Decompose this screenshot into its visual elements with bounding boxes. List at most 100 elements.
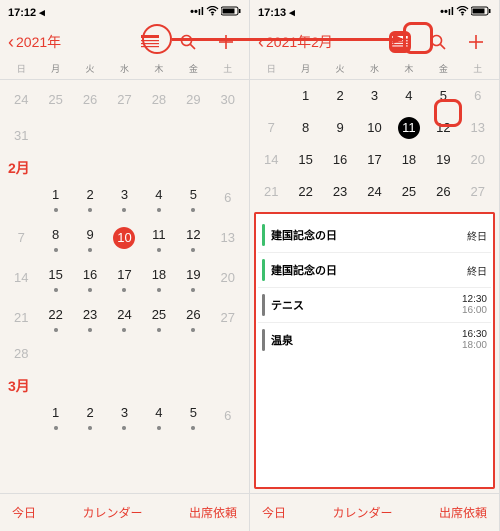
day-cell[interactable]: 22	[38, 304, 72, 332]
calendars-button[interactable]: カレンダー	[82, 504, 142, 521]
day-cell[interactable]: 8	[288, 117, 322, 139]
day-cell[interactable]: 5	[176, 402, 210, 430]
calendar-scroll[interactable]: 24 25 26 27 28 29 30 31 2月 1 2 3 4 5 6 7…	[0, 80, 249, 493]
day-cell[interactable]: 3	[107, 184, 141, 212]
day-cell[interactable]: 25	[142, 304, 176, 332]
day-cell[interactable]: 28	[142, 89, 176, 111]
day-cell[interactable]: 6	[211, 405, 245, 427]
day-cell[interactable]: 16	[323, 149, 357, 171]
day-cell[interactable]: 26	[176, 304, 210, 332]
day-cell[interactable]: 27	[461, 181, 495, 203]
day-cell[interactable]: 5	[176, 184, 210, 212]
inbox-button[interactable]: 出席依頼	[189, 504, 237, 521]
day-cell[interactable]: 9	[323, 117, 357, 139]
day-cell[interactable]: 18	[392, 149, 426, 171]
day-cell[interactable]: 27	[211, 307, 245, 329]
day-cell[interactable]: 1	[288, 85, 322, 107]
day-cell[interactable]: 23	[73, 304, 107, 332]
day-cell[interactable]: 6	[211, 187, 245, 209]
day-cell-selected[interactable]: 11	[392, 117, 426, 139]
day-cell[interactable]: 18	[142, 264, 176, 292]
day-cell[interactable]: 9	[73, 224, 107, 252]
today-button[interactable]: 今日	[262, 504, 286, 521]
status-time: 17:13	[258, 7, 286, 19]
add-icon[interactable]	[465, 31, 487, 53]
day-cell[interactable]: 17	[107, 264, 141, 292]
day-cell[interactable]	[254, 85, 288, 107]
day-cell[interactable]: 21	[4, 307, 38, 329]
day-cell[interactable]: 2	[323, 85, 357, 107]
day-cell[interactable]: 25	[392, 181, 426, 203]
day-cell[interactable]: 27	[107, 89, 141, 111]
today-button[interactable]: 今日	[12, 504, 36, 521]
event-item[interactable]: 温泉 16:3018:00	[258, 323, 491, 357]
day-cell[interactable]: 14	[4, 267, 38, 289]
day-cell[interactable]: 12	[176, 224, 210, 252]
inbox-button[interactable]: 出席依頼	[439, 504, 487, 521]
add-icon[interactable]	[215, 31, 237, 53]
day-cell[interactable]: 2	[73, 402, 107, 430]
day-cell[interactable]: 11	[142, 224, 176, 252]
day-cell[interactable]: 20	[461, 149, 495, 171]
calendars-button[interactable]: カレンダー	[332, 504, 392, 521]
weekday: 金	[426, 62, 460, 75]
back-button[interactable]: ‹ 2021年2月	[258, 32, 333, 52]
status-icons: ••ıl	[190, 6, 241, 19]
back-button[interactable]: ‹ 2021年	[8, 32, 61, 52]
day-cell[interactable]: 15	[288, 149, 322, 171]
day-cell[interactable]: 26	[426, 181, 460, 203]
day-cell[interactable]: 13	[211, 227, 245, 249]
weekday: 火	[73, 62, 107, 75]
day-cell[interactable]: 1	[38, 184, 72, 212]
search-icon[interactable]	[177, 31, 199, 53]
day-cell[interactable]: 25	[38, 89, 72, 111]
search-icon[interactable]	[427, 31, 449, 53]
day-cell[interactable]: 10	[357, 117, 391, 139]
day-cell[interactable]: 17	[357, 149, 391, 171]
day-cell[interactable]: 6	[461, 85, 495, 107]
day-cell[interactable]: 31	[4, 125, 38, 147]
event-item[interactable]: 建国記念の日 終日	[258, 253, 491, 288]
list-view-icon[interactable]	[139, 31, 161, 53]
day-cell[interactable]: 7	[4, 227, 38, 249]
day-cell[interactable]: 3	[357, 85, 391, 107]
day-cell[interactable]: 19	[426, 149, 460, 171]
event-item[interactable]: テニス 12:3016:00	[258, 288, 491, 323]
day-cell[interactable]: 28	[4, 343, 38, 365]
day-cell[interactable]: 14	[254, 149, 288, 171]
day-cell[interactable]: 4	[392, 85, 426, 107]
back-label: 2021年	[16, 32, 61, 52]
day-cell[interactable]: 30	[211, 89, 245, 111]
day-cell[interactable]: 26	[73, 89, 107, 111]
day-cell[interactable]: 4	[142, 184, 176, 212]
day-cell[interactable]: 15	[38, 264, 72, 292]
day-cell[interactable]: 24	[107, 304, 141, 332]
battery-icon	[221, 6, 241, 19]
day-cell[interactable]	[4, 405, 38, 427]
day-cell[interactable]: 2	[73, 184, 107, 212]
day-cell[interactable]: 21	[254, 181, 288, 203]
weekday: 水	[107, 62, 141, 75]
day-cell[interactable]: 1	[38, 402, 72, 430]
day-cell[interactable]: 20	[211, 267, 245, 289]
day-cell[interactable]: 13	[461, 117, 495, 139]
day-cell[interactable]: 7	[254, 117, 288, 139]
day-cell-today[interactable]: 10	[107, 227, 141, 249]
day-cell[interactable]: 24	[357, 181, 391, 203]
day-cell[interactable]	[4, 187, 38, 209]
day-cell[interactable]: 24	[4, 89, 38, 111]
day-cell[interactable]: 4	[142, 402, 176, 430]
day-cell[interactable]: 12	[426, 117, 460, 139]
day-cell[interactable]: 8	[38, 224, 72, 252]
day-cell[interactable]: 19	[176, 264, 210, 292]
day-cell[interactable]: 23	[323, 181, 357, 203]
event-item[interactable]: 建国記念の日 終日	[258, 218, 491, 253]
day-cell[interactable]: 29	[176, 89, 210, 111]
day-cell[interactable]: 22	[288, 181, 322, 203]
event-list[interactable]: 建国記念の日 終日 建国記念の日 終日 テニス 12:3016:00 温泉 16…	[254, 212, 495, 489]
weekday: 木	[392, 62, 426, 75]
day-cell[interactable]: 3	[107, 402, 141, 430]
day-cell[interactable]: 5	[426, 85, 460, 107]
week-row: 14 15 16 17 18 19 20	[4, 258, 245, 298]
day-cell[interactable]: 16	[73, 264, 107, 292]
